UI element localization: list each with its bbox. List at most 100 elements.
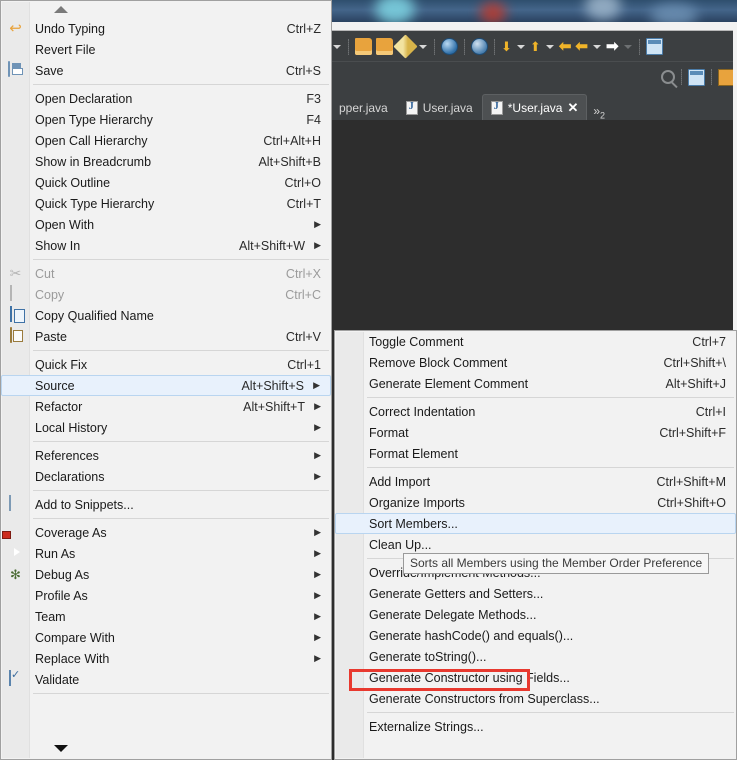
menu-item-run-as[interactable]: Run As ▶ bbox=[1, 543, 331, 564]
menu-item-correct-indentation[interactable]: Correct Indentation Ctrl+I bbox=[335, 401, 736, 422]
chevron-down-icon[interactable] bbox=[333, 44, 341, 49]
menu-item-shortcut: Ctrl+Shift+F bbox=[659, 425, 726, 440]
menu-item-show-in-breadcrumb[interactable]: Show in Breadcrumb Alt+Shift+B bbox=[1, 151, 331, 172]
editor-tab-bar[interactable]: pper.java User.java *User.java ✕ »2 bbox=[330, 92, 737, 120]
download-icon[interactable]: ⬇ bbox=[501, 38, 512, 55]
menu-item-label: Undo Typing bbox=[35, 21, 105, 36]
menu-item-clean-up[interactable]: Clean Up... bbox=[335, 534, 736, 555]
menu-item-undo-typing[interactable]: ↩ Undo Typing Ctrl+Z bbox=[1, 18, 331, 39]
menu-item-generate-element-comment[interactable]: Generate Element Comment Alt+Shift+J bbox=[335, 373, 736, 394]
menu-item-profile-as[interactable]: Profile As ▶ bbox=[1, 585, 331, 606]
chevron-down-icon[interactable] bbox=[516, 44, 525, 49]
menu-item-team[interactable]: Team ▶ bbox=[1, 606, 331, 627]
folder-icon[interactable] bbox=[376, 38, 393, 55]
menu-item-open-with[interactable]: Open With ▶ bbox=[1, 214, 331, 235]
menu-item-generate-constructor-using-fields[interactable]: Generate Constructor using Fields... bbox=[335, 667, 736, 688]
menu-item-label: Declarations bbox=[35, 469, 105, 484]
editor-tab-2-active[interactable]: *User.java ✕ bbox=[481, 94, 588, 120]
menu-item-generate-getters-and-setters[interactable]: Generate Getters and Setters... bbox=[335, 583, 736, 604]
menu-item-label: Revert File bbox=[35, 42, 96, 57]
menu-item-open-type-hierarchy[interactable]: Open Type Hierarchy F4 bbox=[1, 109, 331, 130]
window-top-divider bbox=[330, 22, 737, 31]
chevron-down-icon[interactable] bbox=[419, 44, 427, 49]
menu-item-refactor[interactable]: Refactor Alt+Shift+T ▶ bbox=[1, 396, 331, 417]
forward-arrow-icon[interactable]: ➡ bbox=[606, 38, 619, 55]
menu-item-externalize-strings[interactable]: Externalize Strings... bbox=[335, 716, 736, 737]
menu-item-compare-with[interactable]: Compare With ▶ bbox=[1, 627, 331, 648]
menu-item-label: Remove Block Comment bbox=[369, 355, 508, 370]
menu-item-generate-hashcode-and-equals[interactable]: Generate hashCode() and equals()... bbox=[335, 625, 736, 646]
menu-scroll-down-button[interactable] bbox=[1, 740, 331, 757]
submenu-arrow-icon: ▶ bbox=[314, 219, 321, 229]
globe-icon[interactable] bbox=[441, 38, 458, 55]
back-arrow-icon[interactable]: ⬅ bbox=[559, 38, 572, 55]
menu-item-quick-type-hierarchy[interactable]: Quick Type Hierarchy Ctrl+T bbox=[1, 193, 331, 214]
menu-item-label: Run As bbox=[35, 546, 76, 561]
editor-tab-label: User.java bbox=[422, 100, 473, 115]
menu-item-source[interactable]: Source Alt+Shift+S ▶ bbox=[1, 375, 331, 396]
menu-item-shortcut: Ctrl+O bbox=[284, 175, 321, 190]
main-toolbar[interactable]: ⬇ ⬆ ⬅ ⬅ ➡ bbox=[330, 32, 737, 62]
chevron-down-icon[interactable] bbox=[545, 44, 554, 49]
menu-item-revert-file[interactable]: Revert File bbox=[1, 39, 331, 60]
menu-item-label: Show In bbox=[35, 238, 81, 253]
menu-item-validate[interactable]: Validate bbox=[1, 669, 331, 690]
secondary-toolbar[interactable] bbox=[330, 63, 737, 91]
menu-item-toggle-comment[interactable]: Toggle Comment Ctrl+7 bbox=[335, 331, 736, 352]
chevron-down-icon[interactable] bbox=[592, 44, 601, 49]
menu-item-label: Format bbox=[369, 425, 409, 440]
menu-item-replace-with[interactable]: Replace With ▶ bbox=[1, 648, 331, 669]
folder-open-icon[interactable] bbox=[355, 38, 372, 55]
menu-item-sort-members[interactable]: Sort Members... bbox=[335, 513, 736, 534]
menu-item-label: Team bbox=[35, 609, 66, 624]
menu-item-generate-constructors-from-superclass[interactable]: Generate Constructors from Superclass... bbox=[335, 688, 736, 709]
snippet-icon bbox=[7, 495, 24, 513]
menu-item-format[interactable]: Format Ctrl+Shift+F bbox=[335, 422, 736, 443]
menu-item-open-call-hierarchy[interactable]: Open Call Hierarchy Ctrl+Alt+H bbox=[1, 130, 331, 151]
wallpaper-blob bbox=[650, 4, 698, 22]
close-icon[interactable]: ✕ bbox=[567, 100, 578, 116]
pencil-icon[interactable] bbox=[393, 34, 418, 59]
menu-separator bbox=[33, 441, 329, 442]
menu-item-declarations[interactable]: Declarations ▶ bbox=[1, 466, 331, 487]
editor-tab-0[interactable]: pper.java bbox=[330, 94, 397, 120]
menu-item-shortcut: Alt+Shift+B bbox=[258, 154, 321, 169]
menu-item-label: Local History bbox=[35, 420, 108, 435]
menu-item-save[interactable]: Save Ctrl+S bbox=[1, 60, 331, 81]
new-window-icon[interactable] bbox=[645, 38, 663, 55]
menu-item-coverage-as[interactable]: Coverage As ▶ bbox=[1, 522, 331, 543]
menu-item-references[interactable]: References ▶ bbox=[1, 445, 331, 466]
tab-overflow-indicator[interactable]: »2 bbox=[587, 104, 611, 120]
menu-item-shortcut: F3 bbox=[306, 91, 321, 106]
search-icon[interactable] bbox=[661, 70, 675, 84]
menu-item-local-history[interactable]: Local History ▶ bbox=[1, 417, 331, 438]
toolbar-separator bbox=[638, 38, 640, 55]
menu-item-format-element[interactable]: Format Element bbox=[335, 443, 736, 464]
menu-item-shortcut: Ctrl+Z bbox=[286, 21, 321, 36]
menu-item-show-in[interactable]: Show In Alt+Shift+W ▶ bbox=[1, 235, 331, 256]
menu-item-paste[interactable]: Paste Ctrl+V bbox=[1, 326, 331, 347]
menu-item-add-import[interactable]: Add Import Ctrl+Shift+M bbox=[335, 471, 736, 492]
java-file-icon bbox=[490, 100, 503, 115]
menu-item-quick-fix[interactable]: Quick Fix Ctrl+1 bbox=[1, 354, 331, 375]
menu-item-add-to-snippets[interactable]: Add to Snippets... bbox=[1, 494, 331, 515]
debug-icon[interactable] bbox=[471, 38, 488, 55]
back-arrow-icon-2[interactable]: ⬅ bbox=[575, 38, 588, 55]
new-perspective-icon[interactable] bbox=[688, 68, 705, 86]
submenu-arrow-icon: ▶ bbox=[314, 569, 321, 579]
menu-item-generate-delegate-methods[interactable]: Generate Delegate Methods... bbox=[335, 604, 736, 625]
menu-item-debug-as[interactable]: ✻ Debug As ▶ bbox=[1, 564, 331, 585]
source-submenu[interactable]: Toggle Comment Ctrl+7 Remove Block Comment… bbox=[334, 330, 737, 760]
menu-item-generate-tostring[interactable]: Generate toString()... bbox=[335, 646, 736, 667]
editor-tab-1[interactable]: User.java bbox=[396, 94, 482, 120]
menu-item-remove-block-comment[interactable]: Remove Block Comment Ctrl+Shift+\ bbox=[335, 352, 736, 373]
menu-scroll-up-button[interactable] bbox=[1, 1, 331, 18]
menu-item-organize-imports[interactable]: Organize Imports Ctrl+Shift+O bbox=[335, 492, 736, 513]
menu-item-open-declaration[interactable]: Open Declaration F3 bbox=[1, 88, 331, 109]
editor-context-menu[interactable]: ↩ Undo Typing Ctrl+Z Revert File Save Ctrl+S O… bbox=[0, 0, 332, 760]
upload-icon[interactable]: ⬆ bbox=[530, 38, 541, 55]
menu-item-copy-qualified-name[interactable]: Copy Qualified Name bbox=[1, 305, 331, 326]
cut-icon: ✂ bbox=[9, 265, 22, 281]
toolbar-separator bbox=[711, 69, 712, 85]
menu-item-quick-outline[interactable]: Quick Outline Ctrl+O bbox=[1, 172, 331, 193]
